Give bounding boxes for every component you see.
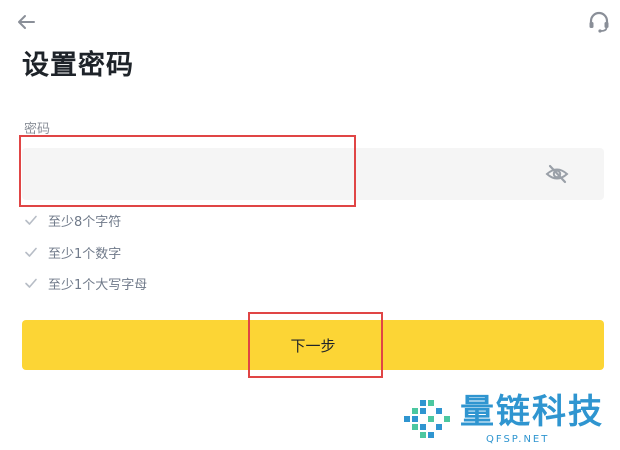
password-input[interactable] bbox=[22, 148, 542, 200]
page-title: 设置密码 bbox=[22, 50, 134, 81]
next-button[interactable]: 下一步 bbox=[22, 320, 604, 370]
rule-text: 至少1个数字 bbox=[48, 246, 122, 262]
password-label: 密码 bbox=[24, 122, 51, 137]
check-icon bbox=[25, 215, 37, 225]
watermark: 量链科技 QFSP.NET bbox=[400, 392, 616, 448]
rule-min-length: 至少8个字符 bbox=[24, 211, 122, 230]
rule-number: 至少1个数字 bbox=[24, 243, 122, 262]
headset-icon bbox=[589, 11, 609, 33]
watermark-logo bbox=[404, 400, 450, 438]
rule-text: 至少8个字符 bbox=[48, 214, 122, 230]
rule-text: 至少1个大写字母 bbox=[48, 277, 148, 293]
back-button[interactable] bbox=[14, 10, 38, 34]
eye-off-icon bbox=[545, 164, 569, 184]
arrow-left-icon bbox=[18, 15, 35, 29]
password-visibility-toggle[interactable] bbox=[544, 163, 570, 185]
check-icon bbox=[25, 278, 37, 288]
password-field[interactable] bbox=[22, 148, 604, 200]
watermark-text: 量链科技 bbox=[460, 392, 604, 432]
check-icon bbox=[25, 247, 37, 257]
watermark-subtext: QFSP.NET bbox=[486, 434, 550, 445]
support-button[interactable] bbox=[586, 9, 612, 35]
rule-uppercase: 至少1个大写字母 bbox=[24, 274, 148, 293]
